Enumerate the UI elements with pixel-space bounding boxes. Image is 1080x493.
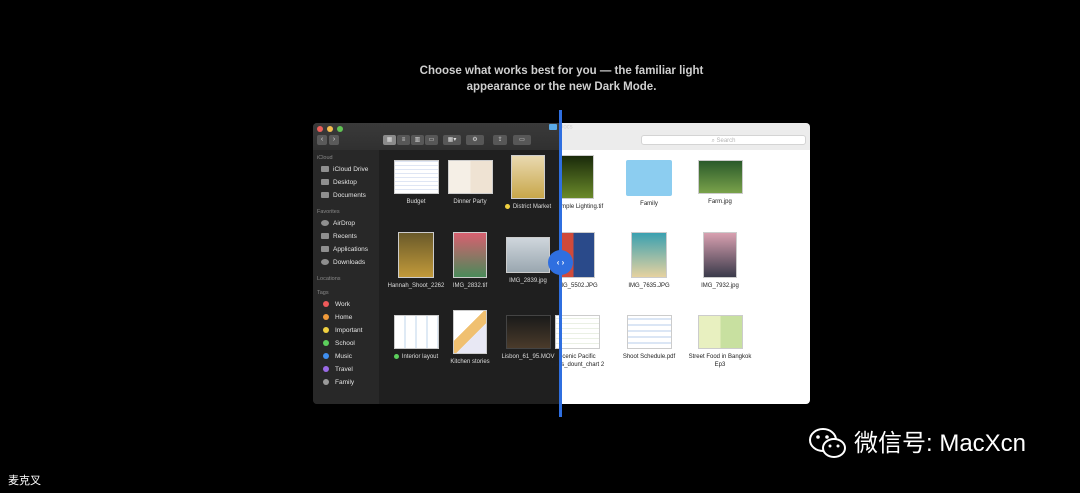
content-light-mode: Example Lighting.tif Family Farm.jpg IMG… xyxy=(550,150,810,404)
folder-icon xyxy=(626,160,672,196)
sidebar-tag-home[interactable]: Home xyxy=(321,314,352,321)
sidebar-tag-work[interactable]: Work xyxy=(321,301,350,308)
file-item[interactable]: Scenic Pacific Trails_dount_chart 2 xyxy=(542,315,612,369)
file-item[interactable]: Family xyxy=(614,160,684,208)
tag-dot-icon xyxy=(323,340,329,347)
tag-dot-icon xyxy=(323,379,329,386)
tag-button[interactable]: ▭ xyxy=(513,135,531,145)
sidebar-header-favorites: Favorites xyxy=(317,209,340,215)
sidebar-item-documents[interactable]: Documents xyxy=(321,192,366,199)
sidebar-tag-family[interactable]: Family xyxy=(321,379,354,386)
file-label: Farm.jpg xyxy=(708,199,732,205)
sidebar-item-applications[interactable]: Applications xyxy=(321,246,368,253)
tag-dot-icon xyxy=(323,301,329,308)
document-icon xyxy=(321,192,329,199)
gallery-view-button[interactable]: ▭ xyxy=(425,135,438,145)
file-label: Street Food in Bangkok Ep3 xyxy=(688,354,752,368)
tag-dot-icon xyxy=(323,327,329,334)
watermark-text: 微信号: MacXcn xyxy=(854,430,1027,457)
corner-label: 麦克叉 xyxy=(8,475,41,487)
group-button[interactable]: ▦▾ xyxy=(443,135,461,145)
headline-line-2: appearance or the new Dark Mode. xyxy=(466,81,657,93)
forward-button[interactable]: › xyxy=(329,135,339,145)
pdf-thumbnail xyxy=(626,315,672,349)
sidebar-item-airdrop[interactable]: AirDrop xyxy=(321,220,355,227)
sidebar-header-tags: Tags xyxy=(317,290,329,296)
photo-thumbnail xyxy=(631,232,667,278)
desktop-icon xyxy=(321,179,329,186)
spreadsheet-thumbnail xyxy=(393,160,439,194)
content-dark-mode: Budget Dinner Party District Market Hann… xyxy=(379,150,560,404)
sidebar-header-locations: Locations xyxy=(317,276,341,282)
minimize-button[interactable] xyxy=(327,126,333,132)
tag-dot-icon xyxy=(323,353,329,360)
column-view-button[interactable]: ▥ xyxy=(411,135,424,145)
file-item[interactable]: Shoot Schedule.pdf xyxy=(614,315,684,361)
back-button[interactable]: ‹ xyxy=(317,135,327,145)
sidebar-item-recents[interactable]: Recents xyxy=(321,233,357,240)
document-thumbnail xyxy=(447,160,493,194)
file-item[interactable]: Street Food in Bangkok Ep3 xyxy=(685,315,755,369)
sidebar-item-icloud-drive[interactable]: iCloud Drive xyxy=(321,166,368,173)
comparison-handle[interactable]: ‹ › xyxy=(548,250,573,275)
file-label: IMG_7635.JPG xyxy=(628,283,670,289)
sidebar-tag-music[interactable]: Music xyxy=(321,353,352,360)
wechat-icon xyxy=(809,428,846,458)
headline: Choose what works best for you — the fam… xyxy=(0,63,1080,95)
airdrop-icon xyxy=(321,220,329,227)
photo-thumbnail xyxy=(703,232,737,278)
layout-thumbnail xyxy=(393,315,439,349)
sidebar-header-icloud: iCloud xyxy=(317,155,333,161)
file-item[interactable]: IMG_7932.jpg xyxy=(685,232,755,290)
close-button[interactable] xyxy=(317,126,323,132)
document-thumbnail xyxy=(453,310,487,354)
sidebar-item-downloads[interactable]: Downloads xyxy=(321,259,365,266)
photo-thumbnail xyxy=(560,155,594,199)
clock-icon xyxy=(321,233,329,240)
file-label: Scenic Pacific Trails_dount_chart 2 xyxy=(549,354,605,368)
download-icon xyxy=(321,259,329,266)
share-button[interactable]: ⇪ xyxy=(493,135,507,145)
tag-dot-icon xyxy=(504,203,510,209)
action-gear-button[interactable]: ⚙ xyxy=(466,135,484,145)
photo-thumbnail xyxy=(398,232,434,278)
file-label: Family xyxy=(640,201,658,207)
search-field[interactable]: ⌕ Search xyxy=(641,135,806,145)
search-placeholder: Search xyxy=(716,138,736,144)
file-label: Shoot Schedule.pdf xyxy=(622,354,676,360)
file-item[interactable]: Farm.jpg xyxy=(685,160,755,206)
file-label: Example Lighting.tif xyxy=(550,204,604,210)
document-thumbnail xyxy=(697,315,743,349)
sidebar-tag-school[interactable]: School xyxy=(321,340,355,347)
photo-thumbnail xyxy=(453,232,487,278)
applications-icon xyxy=(321,246,329,253)
tag-dot-icon xyxy=(323,314,329,321)
file-label: IMG_5502.JPG xyxy=(556,283,598,289)
headline-line-1: Choose what works best for you — the fam… xyxy=(419,65,704,77)
zoom-button[interactable] xyxy=(337,126,343,132)
sidebar-item-desktop[interactable]: Desktop xyxy=(321,179,357,186)
sidebar-tag-important[interactable]: Important xyxy=(321,327,362,334)
tag-dot-icon xyxy=(393,353,399,359)
list-view-button[interactable]: ≡ xyxy=(397,135,410,145)
sidebar: iCloud iCloud Drive Desktop Documents Fa… xyxy=(313,150,379,404)
photo-thumbnail xyxy=(697,160,743,194)
tag-dot-icon xyxy=(323,366,329,373)
file-label: IMG_7932.jpg xyxy=(701,283,739,289)
cloud-icon xyxy=(321,166,329,173)
file-item[interactable]: Example Lighting.tif xyxy=(542,155,612,211)
file-item[interactable]: IMG_7635.JPG xyxy=(614,232,684,290)
sidebar-tag-travel[interactable]: Travel xyxy=(321,366,353,373)
icon-view-button[interactable]: ▦ xyxy=(383,135,396,145)
magazine-thumbnail xyxy=(511,155,545,199)
folder-icon xyxy=(549,124,557,130)
